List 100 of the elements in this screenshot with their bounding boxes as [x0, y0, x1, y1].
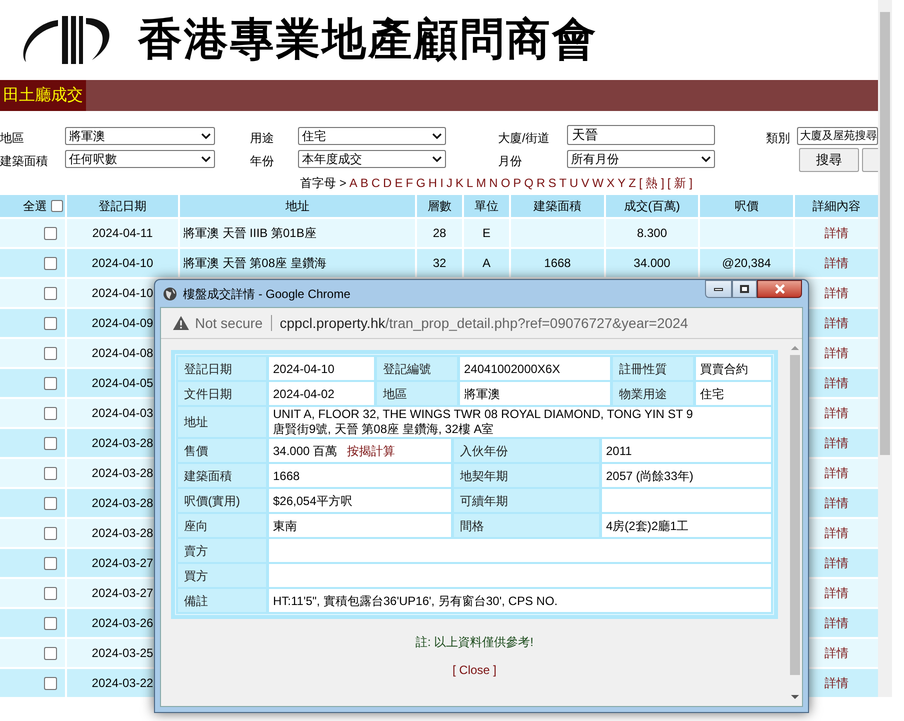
url-text: cppcl.property.hk/tran_prop_detail.php?ref=09076727&year=2024: [280, 314, 688, 333]
detail-link[interactable]: 詳情: [824, 524, 848, 542]
letter-link[interactable]: R: [536, 174, 546, 192]
letter-link[interactable]: I: [440, 174, 444, 192]
checkbox[interactable]: [51, 200, 63, 212]
checkbox[interactable]: [44, 256, 57, 270]
field-value: 2024-04-10: [273, 360, 334, 378]
checkbox[interactable]: [44, 496, 57, 510]
detail-link[interactable]: 詳情: [824, 584, 848, 602]
maximize-button[interactable]: [732, 280, 757, 298]
letter-link[interactable]: E: [394, 174, 403, 192]
detail-link[interactable]: 詳情: [824, 254, 848, 272]
letter-link[interactable]: N: [489, 174, 498, 192]
table-cell: 28: [417, 219, 462, 247]
detail-link[interactable]: 詳情: [824, 374, 848, 392]
letter-link[interactable]: U: [570, 174, 578, 192]
search-button[interactable]: 搜尋: [799, 148, 859, 172]
letter-link[interactable]: H: [428, 174, 438, 192]
detail-link[interactable]: 詳情: [824, 344, 848, 362]
logo-title: 香港專業地產顧問商會: [138, 18, 598, 62]
letter-link[interactable]: D: [383, 174, 392, 192]
field-label: 地址: [178, 407, 266, 437]
letter-link[interactable]: F: [406, 174, 414, 192]
letter-link[interactable]: V: [581, 174, 590, 192]
checkbox[interactable]: [44, 286, 57, 300]
select-field[interactable]: 大廈及屋苑搜尋: [797, 127, 878, 145]
letter-link[interactable]: [ 熱 ]: [638, 174, 664, 192]
button[interactable]: [862, 148, 878, 172]
table-cell: 2024-04-10: [67, 249, 178, 277]
detail-link[interactable]: 詳情: [824, 284, 848, 302]
text-field[interactable]: 天晉: [567, 125, 715, 145]
detail-link[interactable]: 詳情: [824, 404, 848, 422]
checkbox[interactable]: [44, 316, 57, 330]
checkbox[interactable]: [44, 676, 57, 690]
select-field[interactable]: 將軍澳: [65, 127, 215, 145]
detail-link[interactable]: 詳情: [824, 644, 848, 662]
detail-link[interactable]: 詳情: [824, 554, 848, 572]
select-field[interactable]: 住宅: [298, 127, 446, 145]
checkbox[interactable]: [44, 406, 57, 420]
letter-link[interactable]: P: [513, 174, 522, 192]
letter-link[interactable]: A: [349, 174, 358, 192]
filter-label: 地區: [0, 130, 24, 147]
checkbox[interactable]: [44, 646, 57, 660]
detail-link[interactable]: 詳情: [824, 434, 848, 452]
detail-link[interactable]: 詳情: [824, 494, 848, 512]
checkbox[interactable]: [44, 346, 57, 360]
arrow-up-icon[interactable]: [791, 345, 799, 351]
field-label: 賣方: [178, 539, 266, 562]
checkbox[interactable]: [44, 586, 57, 600]
minimize-button[interactable]: [705, 280, 732, 298]
chevron-down-icon: [701, 156, 711, 162]
close-link[interactable]: [ Close ]: [452, 661, 496, 679]
detail-link[interactable]: 詳情: [824, 464, 848, 482]
column-header: 成交(百萬): [606, 195, 698, 217]
letter-link[interactable]: M: [476, 174, 486, 192]
field-label: 呎價(實用): [178, 489, 266, 512]
field-value: 買賣合約: [700, 360, 748, 378]
select-field[interactable]: 本年度成交: [298, 150, 446, 168]
field-value: 34.000 百萬: [273, 442, 338, 460]
checkbox[interactable]: [44, 436, 57, 450]
letter-link[interactable]: K: [455, 174, 464, 192]
field-label: 地契年期: [454, 464, 599, 487]
field-value: $26,054平方呎: [273, 492, 352, 510]
checkbox[interactable]: [44, 466, 57, 480]
letter-link[interactable]: J: [446, 174, 452, 192]
letter-link[interactable]: X: [606, 174, 615, 192]
mortgage-link[interactable]: 按揭計算: [347, 442, 396, 460]
close-button[interactable]: [757, 280, 802, 298]
field-value: HT:11'5", 實積包露台36'UP16', 另有窗台30', CPS NO.: [273, 592, 558, 610]
letter-link[interactable]: G: [416, 174, 426, 192]
checkbox[interactable]: [44, 376, 57, 390]
letter-link[interactable]: W: [592, 174, 604, 192]
detail-link[interactable]: 詳情: [824, 674, 848, 692]
letter-link[interactable]: T: [559, 174, 567, 192]
close-icon: [774, 284, 786, 294]
letter-link[interactable]: [ 新 ]: [667, 174, 693, 192]
detail-link[interactable]: 詳情: [824, 614, 848, 632]
table-cell: @20,384: [700, 249, 793, 277]
select-field[interactable]: 所有月份: [567, 150, 715, 168]
letter-link[interactable]: S: [548, 174, 556, 192]
checkbox[interactable]: [44, 616, 57, 630]
select-field[interactable]: 任何呎數: [65, 150, 215, 168]
letter-link[interactable]: B: [360, 174, 368, 192]
detail-link[interactable]: 詳情: [824, 314, 848, 332]
letter-link[interactable]: Z: [628, 174, 636, 192]
checkbox[interactable]: [44, 526, 57, 540]
letter-link[interactable]: Q: [524, 174, 534, 192]
checkbox[interactable]: [44, 226, 57, 240]
arrow-down-icon[interactable]: [791, 694, 799, 700]
scrollbar[interactable]: [878, 0, 892, 697]
letter-link[interactable]: Y: [618, 174, 626, 192]
letter-link[interactable]: O: [500, 174, 510, 192]
checkbox[interactable]: [44, 556, 57, 570]
window-title: 樓盤成交詳情 - Google Chrome: [183, 286, 350, 302]
field-label: 買方: [178, 564, 266, 587]
column-header: 呎價: [700, 195, 793, 217]
table-cell: 1668: [511, 249, 604, 277]
detail-link[interactable]: 詳情: [824, 224, 848, 242]
letter-link[interactable]: L: [466, 174, 474, 192]
letter-link[interactable]: C: [371, 174, 380, 192]
